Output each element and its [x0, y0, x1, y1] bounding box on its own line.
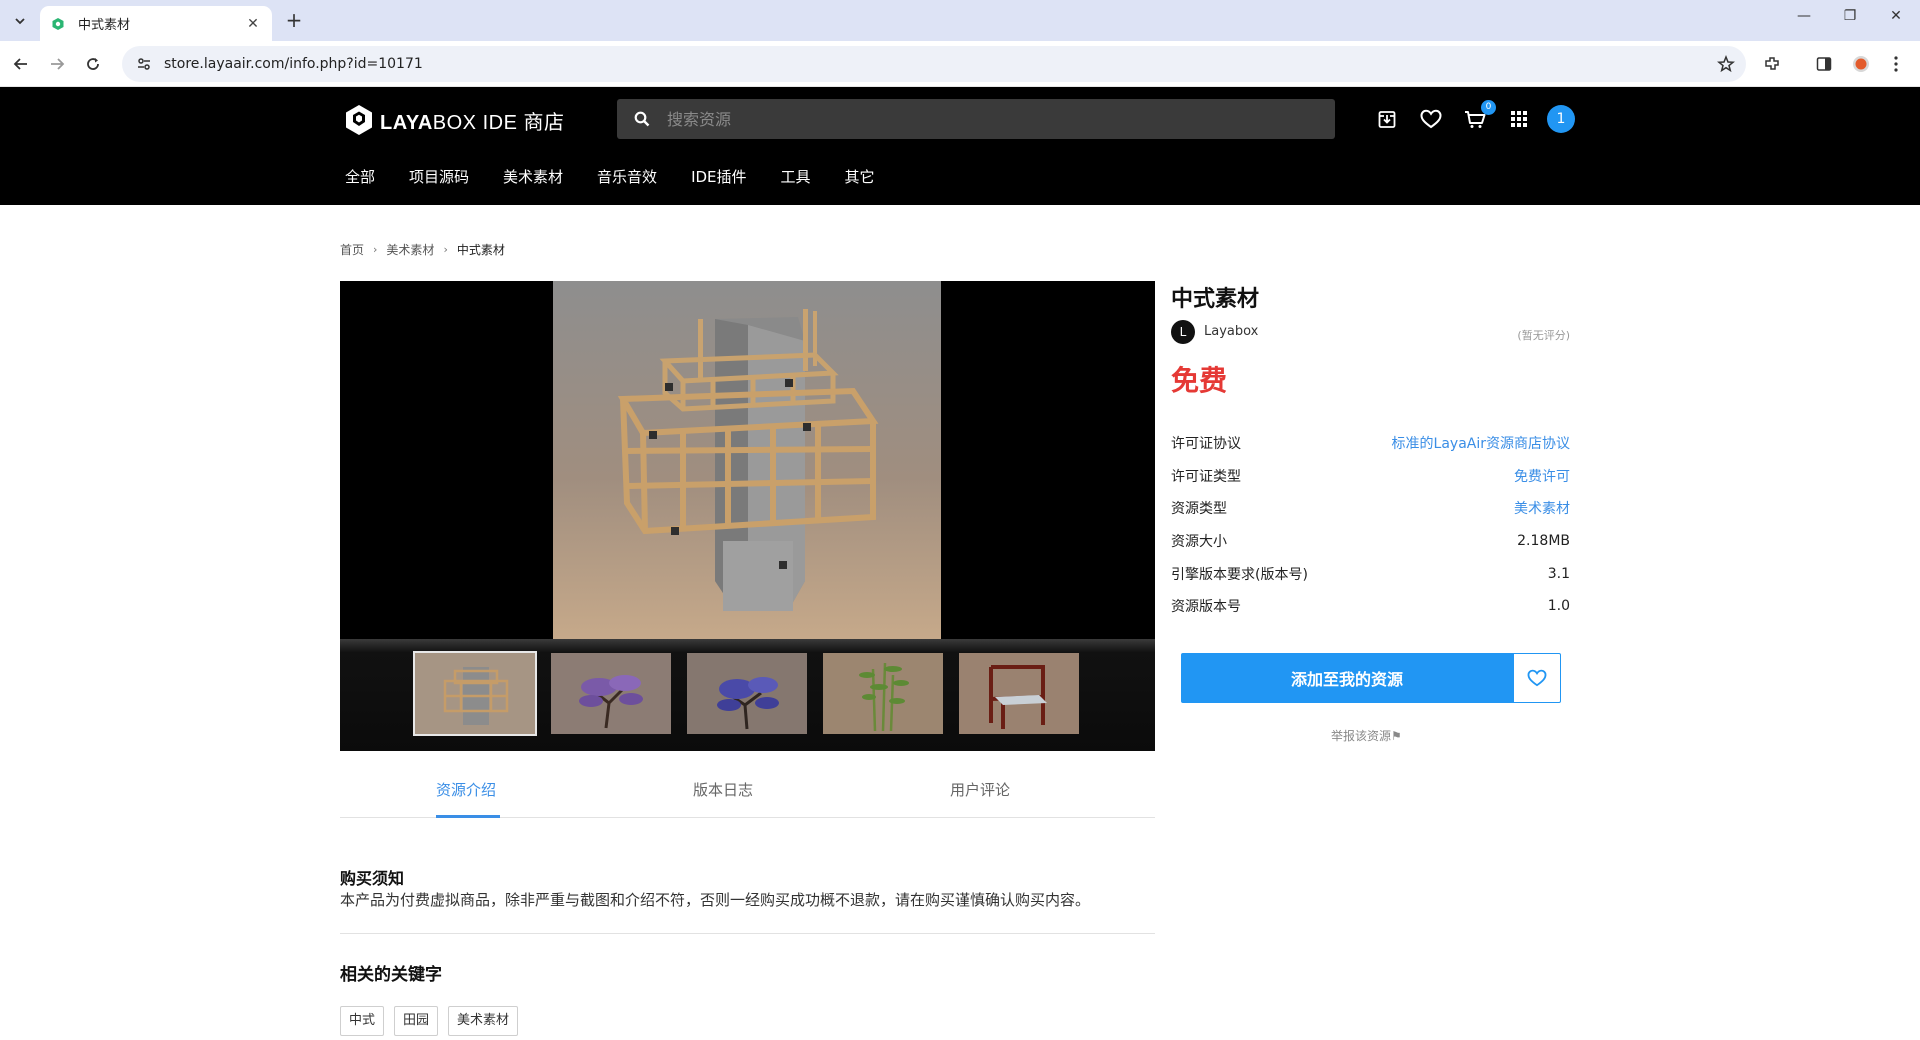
- cart-icon[interactable]: 0: [1462, 100, 1496, 132]
- heart-icon: [1527, 669, 1547, 687]
- star-icon[interactable]: [1712, 50, 1740, 78]
- minimize-button[interactable]: —: [1784, 8, 1824, 32]
- author-avatar[interactable]: L: [1171, 320, 1195, 344]
- address-bar[interactable]: store.layaair.com/info.php?id=10171: [122, 46, 1746, 82]
- nav-item-art-assets[interactable]: 美术素材: [503, 166, 563, 187]
- browser-tab-active[interactable]: 中式素材 ✕: [40, 6, 272, 41]
- extensions-icon[interactable]: [1760, 52, 1784, 76]
- nav-item-all[interactable]: 全部: [345, 166, 375, 187]
- spec-row-size: 资源大小 2.18MB: [1171, 525, 1570, 558]
- spec-label: 许可证协议: [1171, 436, 1241, 453]
- back-icon[interactable]: [8, 51, 34, 77]
- keyword-tag[interactable]: 美术素材: [448, 1006, 519, 1036]
- sidepanel-icon[interactable]: [1812, 52, 1836, 76]
- spec-label: 资源类型: [1171, 501, 1227, 518]
- spec-label: 资源大小: [1171, 534, 1227, 551]
- breadcrumb-home[interactable]: 首页: [340, 241, 364, 258]
- license-type-link[interactable]: 免费许可: [1514, 466, 1570, 486]
- url-text: store.layaair.com/info.php?id=10171: [164, 56, 423, 72]
- thumbnail-bamboo[interactable]: [823, 653, 943, 734]
- search-input[interactable]: [667, 109, 1335, 129]
- restore-button[interactable]: ❐: [1830, 8, 1870, 32]
- tab-title: 中式素材: [78, 18, 131, 33]
- more-icon[interactable]: [1884, 52, 1908, 76]
- apps-grid-icon[interactable]: [1506, 106, 1532, 132]
- spec-row-asset-type: 资源类型 美术素材: [1171, 492, 1570, 525]
- tab-user-reviews[interactable]: 用户评论: [950, 760, 1010, 818]
- tab-close-icon[interactable]: ✕: [244, 16, 262, 32]
- rating-text: (暂无评分): [1517, 329, 1570, 342]
- spec-label: 资源版本号: [1171, 599, 1241, 616]
- nav-item-ide-plugins[interactable]: IDE插件: [691, 166, 746, 187]
- forward-icon[interactable]: [44, 51, 70, 77]
- license-agreement-link[interactable]: 标准的LayaAir资源商店协议: [1392, 433, 1570, 453]
- add-to-my-assets-button[interactable]: 添加至我的资源: [1181, 653, 1513, 703]
- breadcrumb-separator-icon: ›: [443, 243, 448, 256]
- download-icon[interactable]: [1374, 106, 1400, 132]
- spec-value: 3.1: [1547, 565, 1570, 582]
- favorite-button[interactable]: [1513, 653, 1561, 703]
- content-tabs: 资源介绍 版本日志 用户评论: [340, 760, 1155, 818]
- main-preview-image[interactable]: [553, 281, 941, 639]
- asset-type-link[interactable]: 美术素材: [1514, 498, 1570, 518]
- site-info-icon[interactable]: [134, 54, 154, 74]
- reload-icon[interactable]: [80, 51, 106, 77]
- spec-row-license-type: 许可证类型 免费许可: [1171, 460, 1570, 493]
- spec-label: 引擎版本要求(版本号): [1171, 566, 1308, 583]
- profile-icon[interactable]: [1849, 52, 1873, 76]
- section-divider: [340, 933, 1155, 934]
- report-link[interactable]: 举报该资源⚑: [1331, 727, 1402, 744]
- product-title: 中式素材: [1171, 287, 1260, 312]
- search-bar: [617, 99, 1335, 139]
- heart-icon[interactable]: [1418, 106, 1444, 132]
- breadcrumb-current: 中式素材: [456, 243, 505, 257]
- user-avatar[interactable]: 1: [1547, 105, 1575, 133]
- category-nav: 全部 项目源码 美术素材 音乐音效 IDE插件 工具 其它: [345, 166, 909, 187]
- new-tab-button[interactable]: +: [282, 9, 306, 33]
- author-name[interactable]: Layabox: [1204, 324, 1258, 339]
- browser-toolbar: store.layaair.com/info.php?id=10171: [0, 41, 1920, 87]
- thumbnail-pavilion[interactable]: [413, 651, 537, 736]
- nav-item-tools[interactable]: 工具: [781, 166, 811, 187]
- site-header: LAYABOX IDE 商店 0 1 全部 项目源码 美术素材 音乐音效 IDE…: [0, 87, 1920, 205]
- cart-count-badge: 0: [1481, 100, 1496, 115]
- browser-tabstrip: 中式素材 ✕ + — ❐ ✕: [0, 0, 1920, 41]
- keyword-tag[interactable]: 田园: [394, 1006, 439, 1036]
- tab-search-chevron-icon[interactable]: [8, 9, 32, 33]
- spec-row-license: 许可证协议 标准的LayaAir资源商店协议: [1171, 427, 1570, 460]
- spec-value: 2.18MB: [1517, 533, 1570, 550]
- nav-item-music-sfx[interactable]: 音乐音效: [597, 166, 657, 187]
- close-window-button[interactable]: ✕: [1876, 8, 1916, 32]
- breadcrumb-separator-icon: ›: [373, 243, 378, 256]
- breadcrumb-category[interactable]: 美术素材: [386, 241, 434, 258]
- spec-table: 许可证协议 标准的LayaAir资源商店协议 许可证类型 免费许可 资源类型 美…: [1171, 427, 1570, 623]
- keyword-tag[interactable]: 中式: [340, 1006, 385, 1036]
- thumbnail-strip: [340, 639, 1155, 751]
- logo-text-strong: LAYA: [380, 111, 433, 134]
- breadcrumb: 首页 › 美术素材 › 中式素材: [340, 241, 505, 258]
- thumbnail-chair[interactable]: [959, 653, 1079, 734]
- price: 免费: [1171, 364, 1228, 397]
- active-tab-indicator: [436, 815, 500, 818]
- nav-item-project-source[interactable]: 项目源码: [409, 166, 469, 187]
- keywords-title: 相关的关键字: [340, 965, 442, 985]
- thumbnail-blue-tree[interactable]: [687, 653, 807, 734]
- purchase-notice-title: 购买须知: [340, 869, 405, 888]
- logo-text-rest: BOX IDE 商店: [432, 111, 565, 134]
- favicon-icon: [50, 16, 66, 32]
- media-viewer: [340, 281, 1155, 751]
- spec-label: 许可证类型: [1171, 468, 1241, 485]
- spec-value: 1.0: [1547, 598, 1570, 615]
- nav-item-other[interactable]: 其它: [845, 166, 875, 187]
- spec-row-asset-version: 资源版本号 1.0: [1171, 590, 1570, 623]
- keyword-list: 中式 田园 美术素材: [340, 1006, 528, 1036]
- thumbnail-purple-tree[interactable]: [551, 653, 671, 734]
- purchase-notice-text: 本产品为付费虚拟商品，除非严重与截图和介绍不符，否则一经购买成功概不退款，请在购…: [340, 891, 1091, 909]
- spec-row-engine-version: 引擎版本要求(版本号) 3.1: [1171, 557, 1570, 590]
- tab-description[interactable]: 资源介绍: [436, 760, 496, 818]
- site-logo[interactable]: LAYABOX IDE 商店: [344, 103, 564, 137]
- tab-changelog[interactable]: 版本日志: [693, 760, 753, 818]
- search-icon[interactable]: [617, 111, 667, 127]
- logo-icon: [346, 105, 372, 135]
